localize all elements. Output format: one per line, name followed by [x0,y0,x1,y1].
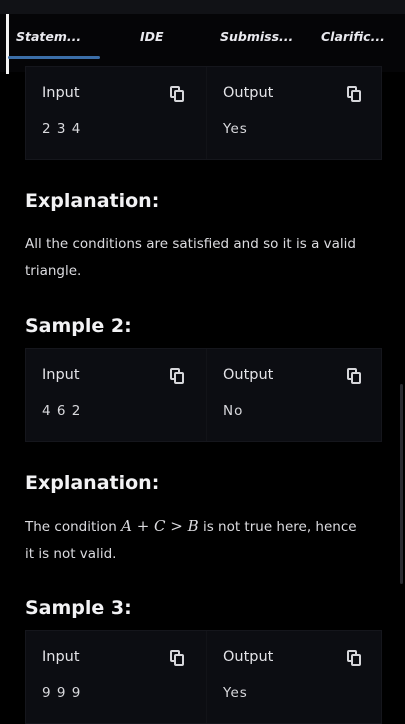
sample-1-input: 2 3 4 [42,121,82,137]
sample-3-heading: Sample 3: [25,597,132,619]
explanation-1-text: All the conditions are satisfied and so … [25,231,380,285]
copy-icon[interactable] [347,86,361,102]
sample-3-output-col: Output Yes [206,631,382,723]
output-label: Output [223,649,274,665]
explanation-2-line1: The condition A + C > B is not true here… [25,513,380,541]
sample-2-input: 4 6 2 [42,403,82,419]
explanation-2-line2: it is not valid. [25,546,117,562]
sample-2-input-col: Input 4 6 2 [26,349,204,441]
sample-1-output-col: Output Yes [206,67,382,159]
scrollbar[interactable] [400,384,403,584]
explanation-2-post: is not true here, hence [198,519,357,535]
sample-3-input: 9 9 9 [42,685,82,701]
sample-2-box: Input 4 6 2 Output No [25,348,382,442]
input-label: Input [42,85,80,101]
copy-icon[interactable] [170,650,184,666]
active-indicator [6,14,9,74]
sample-1-box: Input 2 3 4 Output Yes [25,66,382,160]
copy-icon[interactable] [347,650,361,666]
output-label: Output [223,85,274,101]
explanation-2-heading: Explanation: [25,472,160,494]
sample-3-box: Input 9 9 9 Output Yes [25,630,382,724]
explanation-2-pre: The condition [25,519,122,535]
sample-1-input-col: Input 2 3 4 [26,67,204,159]
sample-2-output: No [223,403,244,419]
sample-3-output: Yes [223,685,248,701]
tab-bar: Statem... IDE Submiss... Clarific... [0,0,405,74]
sample-1-output: Yes [223,121,248,137]
explanation-1-line1: All the conditions are satisfied and so … [25,236,356,252]
sample-2-output-col: Output No [206,349,382,441]
input-label: Input [42,367,80,383]
sample-2-heading: Sample 2: [25,315,132,337]
tab-statement[interactable]: Statem... [16,26,81,48]
tab-submissions[interactable]: Submiss... [220,26,293,48]
explanation-1-line2: triangle. [25,263,82,279]
input-label: Input [42,649,80,665]
copy-icon[interactable] [170,86,184,102]
copy-icon[interactable] [347,368,361,384]
active-tab-underline [8,56,100,59]
explanation-2-text: The condition A + C > B is not true here… [25,513,380,568]
output-label: Output [223,367,274,383]
sample-3-input-col: Input 9 9 9 [26,631,204,723]
tab-ide[interactable]: IDE [140,26,164,48]
copy-icon[interactable] [170,368,184,384]
tab-clarifications[interactable]: Clarific... [321,26,385,48]
math-expression: A + C > B [121,517,199,535]
explanation-1-heading: Explanation: [25,190,160,212]
top-strip [0,0,405,14]
